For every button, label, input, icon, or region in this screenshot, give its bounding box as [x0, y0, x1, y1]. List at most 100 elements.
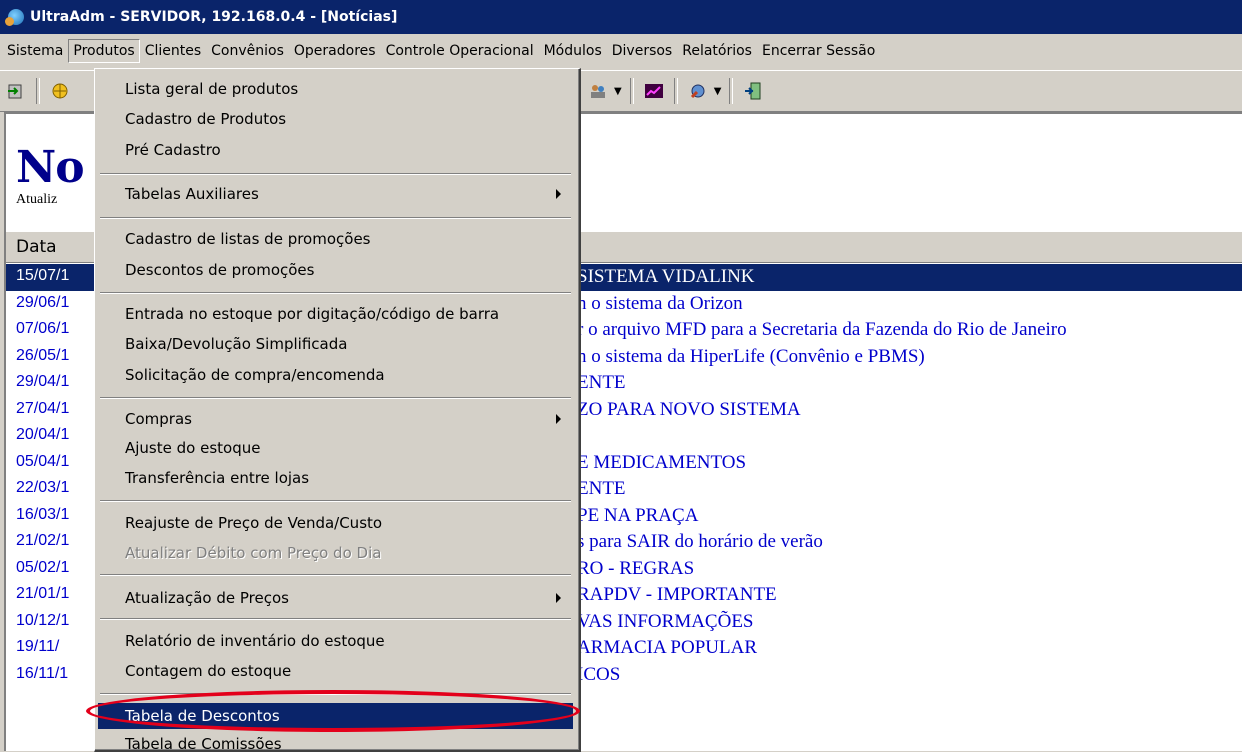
news-title: RO - REGRAS	[577, 557, 695, 579]
menu-item-tabela-de-descontos[interactable]: Tabela de Descontos	[98, 703, 573, 729]
news-date: 21/02/1	[16, 532, 70, 549]
menu-item-label: Tabelas Auxiliares	[125, 185, 259, 203]
toolbar-separator	[629, 78, 634, 104]
menu-item-label: Entrada no estoque por digitação/código …	[125, 305, 500, 323]
news-title: ZO PARA NOVO SISTEMA	[577, 398, 801, 420]
news-date: 16/11/1	[16, 664, 69, 682]
menu-separator	[100, 574, 571, 576]
toolbar-separator	[36, 78, 40, 104]
menu-item-cadastro-de-produtos[interactable]: Cadastro de Produtos	[98, 105, 573, 133]
news-title: VAS INFORMAÇÕES	[577, 610, 754, 632]
news-date: 26/05/1	[16, 346, 70, 364]
menu-item-transferencia-entre-lojas[interactable]: Transferência entre lojas	[98, 464, 573, 492]
menu-item-label: Lista geral de produtos	[125, 80, 299, 98]
menu-item-label: Relatório de inventário do estoque	[125, 632, 385, 650]
news-date: 05/04/1	[16, 452, 70, 470]
menu-encerrar-sessao[interactable]: Encerrar Sessão	[757, 39, 880, 63]
menu-item-reajuste-de-preco[interactable]: Reajuste de Preço de Venda/Custo	[98, 509, 573, 537]
menu-item-relatorio-de-inventario[interactable]: Relatório de inventário do estoque	[98, 627, 573, 655]
menu-item-label: Atualização de Preços	[125, 589, 289, 607]
toolbar-separator	[729, 78, 734, 104]
app-icon	[5, 9, 24, 26]
menu-item-pre-cadastro[interactable]: Pré Cadastro	[98, 136, 573, 164]
menu-item-label: Cadastro de Produtos	[125, 110, 287, 128]
menu-relatorios[interactable]: Relatórios	[677, 39, 757, 63]
window-title: UltraAdm - SERVIDOR, 192.168.0.4 - [Notí…	[30, 9, 398, 25]
news-title: SISTEMA VIDALINK	[577, 266, 755, 287]
exit-icon[interactable]	[3, 78, 29, 104]
title-bar: UltraAdm - SERVIDOR, 192.168.0.4 - [Notí…	[0, 0, 1242, 34]
door-exit-icon[interactable]	[740, 78, 766, 104]
news-title: E MEDICAMENTOS	[577, 451, 747, 473]
menu-separator	[100, 173, 571, 175]
menu-produtos[interactable]: Produtos	[68, 39, 140, 63]
menu-item-tabelas-auxiliares[interactable]: Tabelas Auxiliares	[98, 180, 573, 208]
news-title: s para SAIR do horário de verão	[577, 531, 823, 552]
menu-clientes[interactable]: Clientes	[140, 39, 206, 63]
menu-item-label: Descontos de promoções	[125, 261, 315, 279]
menu-item-lista-geral-de-produtos[interactable]: Lista geral de produtos	[98, 75, 573, 103]
menu-convenios[interactable]: Convênios	[206, 39, 289, 63]
menu-item-atualizar-debito: Atualizar Débito com Preço do Dia	[98, 539, 573, 567]
news-date: 05/02/1	[16, 558, 70, 576]
chart-icon[interactable]	[641, 78, 667, 104]
menu-item-label: Pré Cadastro	[125, 141, 221, 159]
news-title: n o sistema da HiperLife (Convênio e PBM…	[577, 345, 925, 367]
menu-item-contagem-do-estoque[interactable]: Contagem do estoque	[98, 657, 573, 685]
menu-item-label: Cadastro de listas de promoções	[125, 230, 371, 248]
menu-item-label: Reajuste de Preço de Venda/Custo	[125, 514, 383, 532]
news-date: 16/03/1	[16, 505, 70, 523]
menu-diversos[interactable]: Diversos	[607, 39, 677, 63]
menu-bar: Sistema Produtos Clientes Convênios Oper…	[0, 34, 1242, 68]
chevron-down-icon[interactable]: ▼	[714, 86, 722, 97]
menu-item-label: Transferência entre lojas	[125, 469, 310, 487]
menu-sistema[interactable]: Sistema	[2, 39, 68, 63]
menu-item-label: Compras	[125, 410, 192, 428]
news-title: ENTE	[577, 372, 626, 393]
menu-separator	[100, 397, 571, 399]
news-title: r o arquivo MFD para a Secretaria da Faz…	[577, 319, 1067, 340]
column-header-date: Data	[16, 237, 57, 257]
menu-controle-operacional[interactable]: Controle Operacional	[381, 39, 539, 63]
menu-item-label: Contagem do estoque	[125, 662, 292, 680]
news-title: ICOS	[577, 663, 621, 685]
submenu-arrow-icon	[556, 593, 561, 603]
globe-icon[interactable]	[47, 78, 73, 104]
news-date: 15/07/1	[16, 267, 70, 284]
news-date: 22/03/1	[16, 479, 70, 496]
menu-item-label: Baixa/Devolução Simplificada	[125, 335, 348, 353]
menu-item-baixa-devolucao[interactable]: Baixa/Devolução Simplificada	[98, 330, 573, 358]
menu-separator	[100, 618, 571, 620]
news-date: 07/06/1	[16, 320, 70, 337]
news-date: 10/12/1	[16, 611, 70, 629]
menu-operadores[interactable]: Operadores	[289, 39, 381, 63]
users-icon[interactable]	[585, 78, 611, 104]
news-date: 20/04/1	[16, 426, 70, 443]
menu-item-ajuste-do-estoque[interactable]: Ajuste do estoque	[98, 434, 573, 462]
news-date: 19/11/	[16, 638, 60, 655]
news-date: 29/06/1	[16, 293, 70, 311]
menu-separator	[100, 217, 571, 219]
menu-item-label: Solicitação de compra/encomenda	[125, 366, 385, 384]
news-date: 27/04/1	[16, 399, 70, 417]
news-date: 21/01/1	[16, 585, 70, 602]
menu-item-cadastro-de-listas-de-promocoes[interactable]: Cadastro de listas de promoções	[98, 225, 573, 253]
menu-modulos[interactable]: Módulos	[539, 39, 607, 63]
menu-item-compras[interactable]: Compras	[98, 405, 573, 433]
menu-separator	[100, 292, 571, 294]
menu-item-descontos-de-promocoes[interactable]: Descontos de promoções	[98, 256, 573, 284]
menu-item-label: Ajuste do estoque	[125, 439, 261, 457]
menu-item-label: Atualizar Débito com Preço do Dia	[125, 544, 382, 562]
menu-item-solicitacao-de-compra[interactable]: Solicitação de compra/encomenda	[98, 361, 573, 389]
menu-separator	[100, 693, 571, 695]
toolbar-separator	[673, 78, 678, 104]
menu-item-entrada-no-estoque[interactable]: Entrada no estoque por digitação/código …	[98, 300, 573, 328]
submenu-arrow-icon	[556, 189, 561, 199]
chevron-down-icon[interactable]: ▼	[614, 86, 622, 97]
news-title: PE NA PRAÇA	[577, 504, 699, 526]
produtos-dropdown-menu: Lista geral de produtos Cadastro de Prod…	[94, 68, 581, 752]
news-title: ARMACIA POPULAR	[577, 637, 758, 658]
submenu-arrow-icon	[556, 414, 561, 424]
menu-item-atualizacao-de-precos[interactable]: Atualização de Preços	[98, 584, 573, 612]
tools-icon[interactable]	[685, 78, 711, 104]
